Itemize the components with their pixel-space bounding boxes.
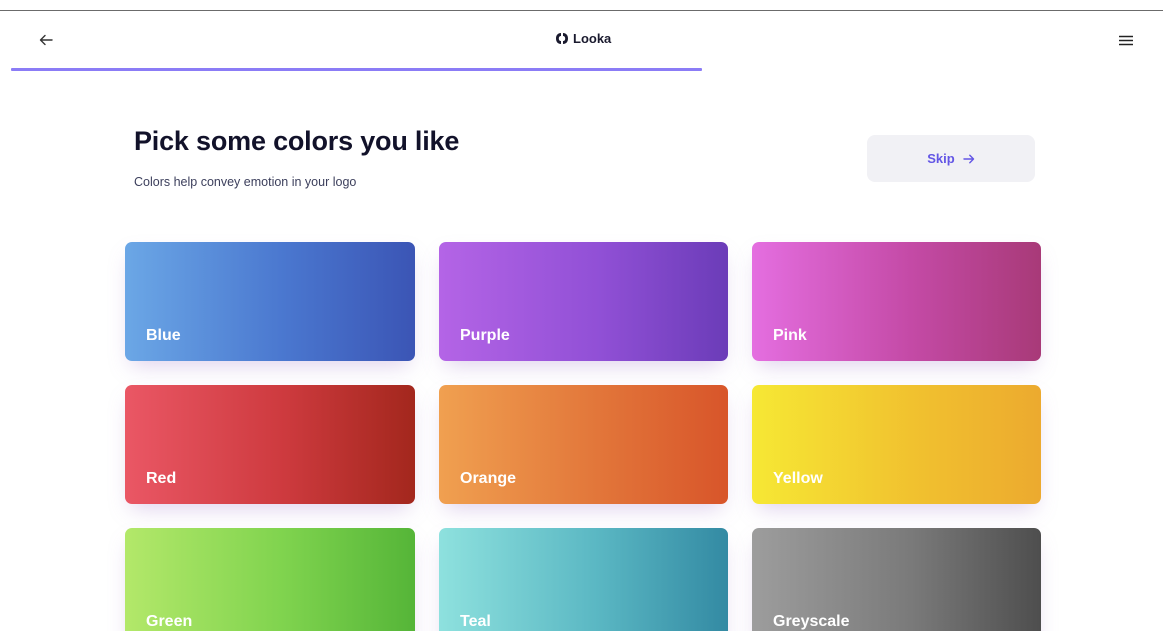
looka-logo[interactable]: Looka: [555, 31, 611, 46]
swatch-purple[interactable]: Purple: [439, 242, 728, 361]
swatch-yellow[interactable]: Yellow: [752, 385, 1041, 504]
swatch-label: Yellow: [773, 470, 823, 487]
swatch-label: Blue: [146, 327, 181, 344]
swatch-label: Teal: [460, 613, 491, 630]
swatch-green[interactable]: Green: [125, 528, 415, 631]
back-button[interactable]: [33, 27, 59, 53]
progress-bar: [0, 68, 1163, 71]
arrow-left-icon: [39, 34, 53, 46]
top-bar: Looka: [0, 11, 1163, 69]
looka-logo-icon: [556, 33, 568, 44]
swatch-pink[interactable]: Pink: [752, 242, 1041, 361]
progress-fill: [11, 68, 702, 71]
swatch-label: Orange: [460, 470, 517, 487]
swatch-orange[interactable]: Orange: [439, 385, 728, 504]
page-title: Pick some colors you like: [134, 126, 460, 156]
swatch-blue[interactable]: Blue: [125, 242, 415, 361]
skip-button[interactable]: Skip: [867, 135, 1035, 182]
arrow-right-icon: [963, 154, 974, 163]
swatch-teal[interactable]: Teal: [439, 528, 728, 631]
page: Looka Pick some colors you like Colors h…: [0, 0, 1163, 631]
swatch-greyscale[interactable]: Greyscale: [752, 528, 1041, 631]
menu-button[interactable]: [1113, 29, 1139, 51]
page-subtitle: Colors help convey emotion in your logo: [134, 175, 357, 189]
swatch-red[interactable]: Red: [125, 385, 415, 504]
swatch-label: Green: [146, 613, 193, 630]
hamburger-menu-icon: [1119, 35, 1133, 45]
swatch-label: Purple: [460, 327, 510, 344]
logo-text: Looka: [573, 31, 612, 46]
swatch-label: Red: [146, 470, 177, 487]
color-swatch-grid: Blue Purple Pink Red Orange Yellow Green…: [125, 242, 1043, 631]
skip-label: Skip: [927, 151, 955, 166]
swatch-label: Pink: [773, 327, 807, 344]
swatch-label: Greyscale: [773, 613, 850, 630]
